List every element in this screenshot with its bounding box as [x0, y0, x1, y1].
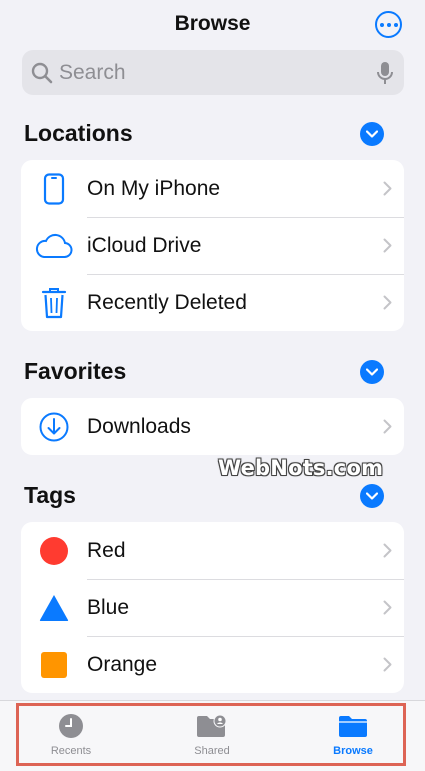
chevron-right-icon: [370, 181, 404, 196]
list-item-label: Recently Deleted: [87, 290, 247, 314]
section-title-locations: Locations: [24, 120, 133, 146]
collapse-chevron-icon[interactable]: [360, 483, 384, 508]
tab-label: Shared: [194, 745, 230, 757]
chevron-right-icon: [370, 543, 404, 558]
tab-label: Recents: [50, 745, 92, 757]
search-icon: [31, 62, 53, 83]
tab-browse[interactable]: Browse: [298, 713, 408, 757]
cloud-icon: [21, 217, 87, 274]
locations-header[interactable]: Locations: [24, 120, 384, 147]
dot-icon: [379, 22, 384, 27]
tab-label: Browse: [333, 745, 373, 757]
chevron-right-icon: [370, 600, 404, 615]
chevron-right-icon: [370, 657, 404, 672]
more-options-button[interactable]: [375, 11, 402, 38]
watermark: WebNots.com: [218, 456, 384, 480]
red-tag-icon: [21, 522, 87, 579]
list-item-tag-orange[interactable]: Orange: [21, 636, 404, 693]
locations-list: On My iPhone iCloud Drive Recently Delet…: [21, 160, 404, 331]
list-item-label: Red: [87, 538, 126, 562]
list-item-recently-deleted[interactable]: Recently Deleted: [21, 274, 404, 331]
chevron-right-icon: [370, 295, 404, 310]
list-item-tag-red[interactable]: Red: [21, 522, 404, 579]
clock-icon: [59, 714, 83, 738]
tab-shared[interactable]: Shared: [157, 713, 267, 757]
iphone-icon: [21, 160, 87, 217]
collapse-chevron-icon[interactable]: [360, 121, 384, 146]
tags-header[interactable]: Tags: [24, 482, 384, 509]
blue-tag-icon: [21, 579, 87, 636]
chevron-right-icon: [370, 419, 404, 434]
chevron-right-icon: [370, 238, 404, 253]
tags-list: Red Blue Orange: [21, 522, 404, 693]
tab-recents[interactable]: Recents: [16, 713, 126, 757]
trash-icon: [21, 274, 87, 331]
list-item-label: Downloads: [87, 414, 191, 438]
section-title-favorites: Favorites: [24, 358, 127, 384]
list-item-label: Blue: [87, 595, 130, 619]
list-item-on-my-iphone[interactable]: On My iPhone: [21, 160, 404, 217]
search-placeholder: Search: [59, 60, 126, 84]
list-item-icloud-drive[interactable]: iCloud Drive: [21, 217, 404, 274]
folder-icon: [339, 716, 367, 737]
orange-tag-icon: [21, 636, 87, 693]
list-item-label: iCloud Drive: [87, 233, 202, 257]
favorites-header[interactable]: Favorites: [24, 358, 384, 385]
shared-folder-icon: [197, 714, 227, 737]
list-item-downloads[interactable]: Downloads: [21, 398, 404, 455]
page-title: Browse: [174, 12, 251, 35]
favorites-list: Downloads: [21, 398, 404, 455]
dot-icon: [386, 22, 391, 27]
tab-bar: Recents Shared Browse: [0, 700, 425, 771]
download-icon: [21, 398, 87, 455]
search-field[interactable]: Search: [22, 50, 404, 95]
dot-icon: [393, 22, 398, 27]
section-title-tags: Tags: [24, 482, 76, 508]
list-item-tag-blue[interactable]: Blue: [21, 579, 404, 636]
list-item-label: Orange: [87, 652, 158, 676]
list-item-label: On My iPhone: [87, 176, 221, 200]
collapse-chevron-icon[interactable]: [360, 359, 384, 384]
microphone-icon[interactable]: [376, 61, 394, 85]
